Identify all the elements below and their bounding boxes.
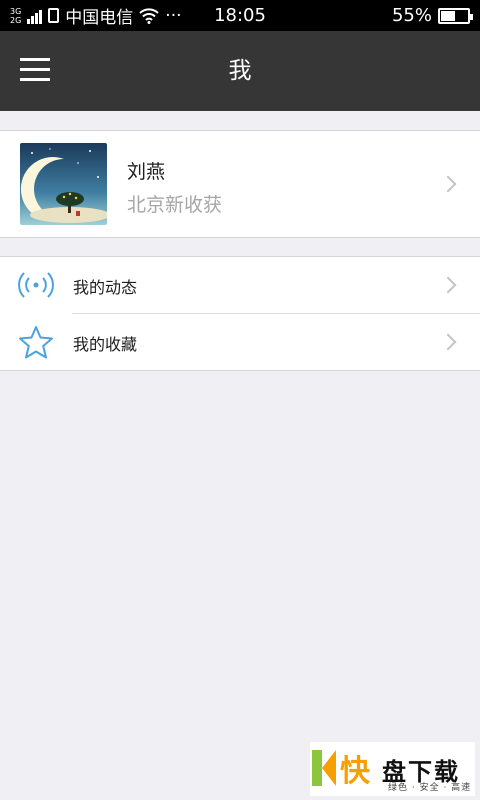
moon-tree-night-avatar [20,143,107,225]
battery-level [441,10,456,21]
watermark-tagline: 绿色 · 安全 · 高速 [388,783,472,793]
page-title: 我 [228,58,252,84]
chevron-right-icon [439,333,457,351]
menu-item-my-favorites[interactable]: 我的收藏 [0,314,480,370]
battery-icon [438,7,473,24]
k-logo-icon [312,750,336,786]
profile-name: 刘燕 [127,161,166,183]
app-header: 我 [0,31,480,111]
avatar[interactable] [20,143,107,225]
chevron-right-icon [439,175,457,193]
menu-item-label: 我的收藏 [73,335,138,354]
profile-subtitle: 北京新收获 [127,194,223,216]
star-outline-icon [19,326,53,359]
menu-item-label: 我的动态 [73,278,138,297]
watermark-char: 快 [340,754,370,789]
broadcast-signal-icon [18,272,54,298]
battery-percent: 55% [391,5,432,26]
watermark-logo: 快 盘下载 绿色 · 安全 · 高速 [310,742,475,796]
status-bar: 3G 2G 中国电信 ··· 18:05 55% [0,0,480,31]
profile-card[interactable]: 刘燕 北京新收获 [0,130,480,238]
menu-item-my-activity[interactable]: 我的动态 [0,257,480,313]
chevron-right-icon [439,276,457,294]
menu-list: 我的动态 我的收藏 [0,256,480,371]
